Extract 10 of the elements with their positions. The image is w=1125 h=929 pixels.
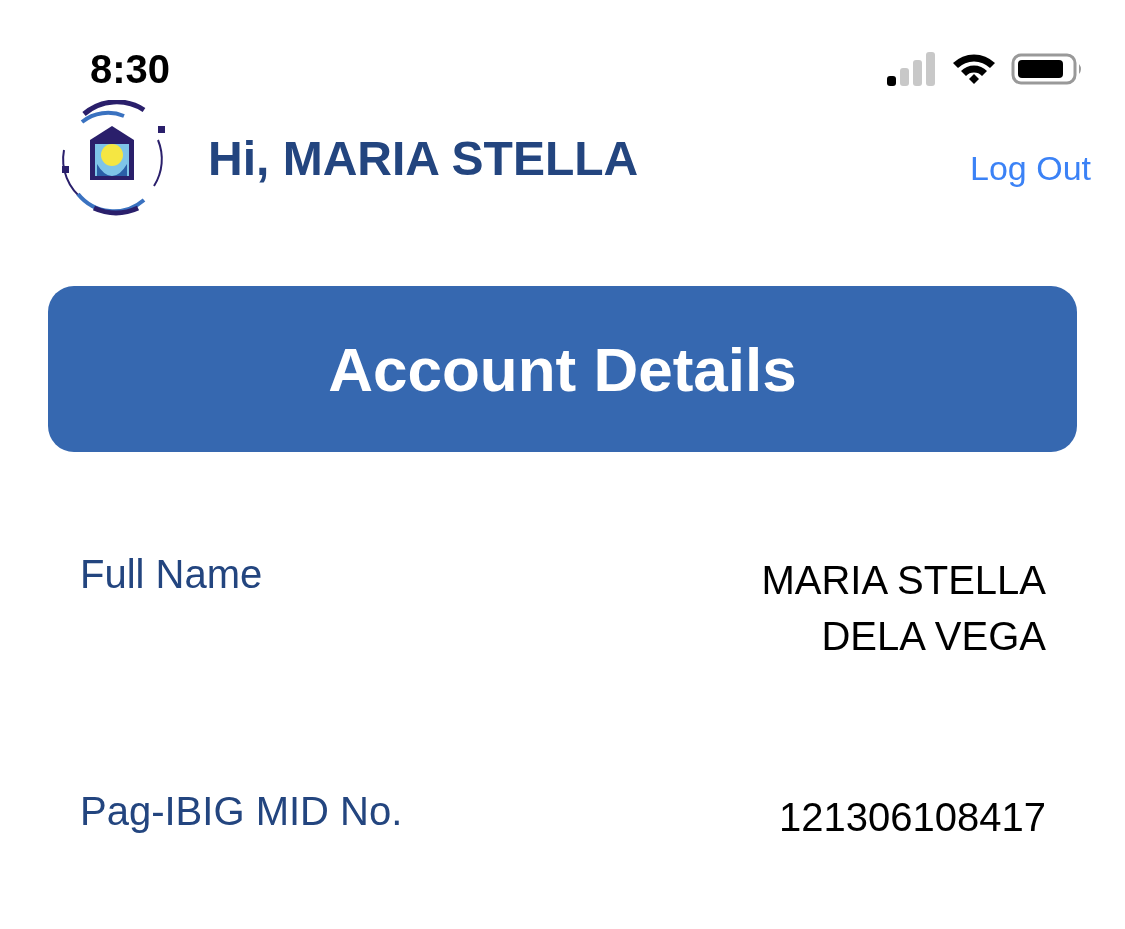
signal-icon (887, 52, 937, 86)
greeting-title: Hi, MARIA STELLA (208, 130, 640, 186)
field-label: Pag-IBIG MID No. (80, 789, 403, 834)
wifi-icon (951, 52, 997, 86)
field-value: 121306108417 (779, 794, 1046, 841)
status-time: 8:30 (90, 46, 171, 92)
field-value: MARIA STELLA DELA VEGA (760, 557, 1046, 660)
log-out-link[interactable]: Log Out (970, 148, 1091, 188)
account-details-button[interactable]: Account Details (48, 286, 1077, 452)
field-label: Full Name (80, 552, 263, 597)
